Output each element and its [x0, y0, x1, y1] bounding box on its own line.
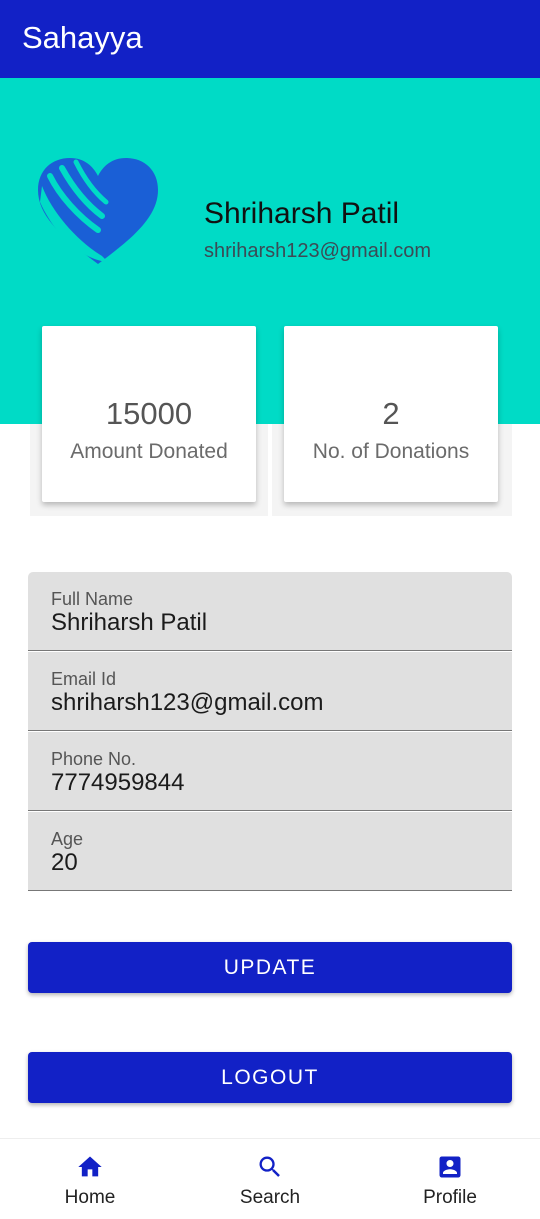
amount-donated-label: Amount Donated — [70, 440, 228, 463]
email-label: Email Id — [51, 669, 117, 689]
full-name-field[interactable]: Full Name Shriharsh Patil — [28, 572, 512, 651]
amount-donated-card: 15000 Amount Donated — [42, 326, 256, 502]
donations-count-card: 2 No. of Donations — [284, 326, 498, 502]
nav-profile-label: Profile — [423, 1187, 477, 1208]
phone-input[interactable]: 7774959844 — [51, 769, 184, 797]
nav-profile[interactable]: Profile — [360, 1139, 540, 1219]
amount-donated-value: 15000 — [105, 396, 193, 431]
age-input[interactable]: 20 — [51, 849, 78, 877]
search-icon — [259, 1156, 280, 1177]
age-label: Age — [51, 829, 84, 849]
full-name-input[interactable]: Shriharsh Patil — [51, 609, 207, 637]
home-icon — [78, 1156, 102, 1177]
profile-icon — [439, 1156, 461, 1178]
user-email: shriharsh123@gmail.com — [204, 240, 432, 262]
email-field[interactable]: Email Id shriharsh123@gmail.com — [28, 652, 512, 731]
nav-search[interactable]: Search — [180, 1139, 360, 1219]
app-bar: Sahayya — [0, 0, 540, 78]
nav-home-label: Home — [64, 1187, 116, 1208]
charity-heart-hand-icon — [38, 158, 158, 264]
age-field[interactable]: Age 20 — [28, 812, 512, 891]
donations-count-value: 2 — [382, 396, 400, 431]
phone-field[interactable]: Phone No. 7774959844 — [28, 732, 512, 811]
update-button[interactable]: UPDATE — [28, 942, 512, 993]
email-input[interactable]: shriharsh123@gmail.com — [51, 689, 323, 717]
user-name: Shriharsh Patil — [204, 197, 400, 230]
logout-button[interactable]: LOGOUT — [28, 1052, 512, 1103]
nav-home[interactable]: Home — [0, 1139, 180, 1219]
bottom-navigation: Home Search Profile — [0, 1138, 540, 1219]
phone-label: Phone No. — [51, 749, 137, 769]
full-name-label: Full Name — [51, 589, 134, 609]
donations-count-label: No. of Donations — [312, 440, 470, 463]
nav-search-label: Search — [239, 1187, 301, 1208]
app-title: Sahayya — [22, 20, 143, 55]
